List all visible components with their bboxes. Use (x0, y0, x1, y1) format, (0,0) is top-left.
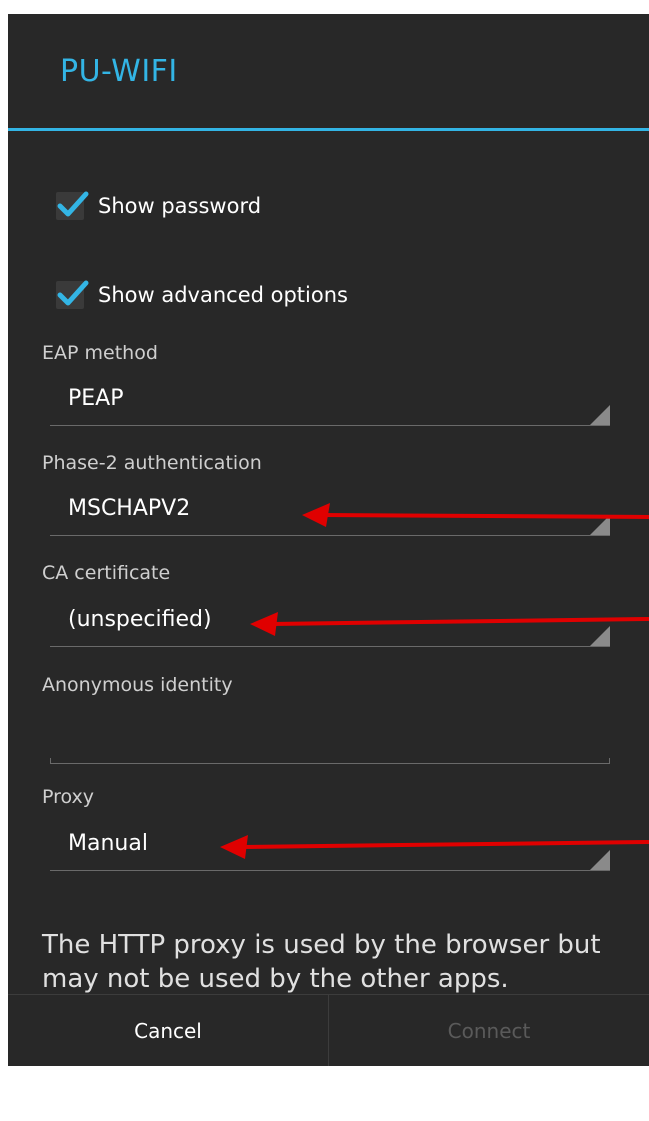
title-divider (8, 128, 649, 131)
dialog-title: PU-WIFI (60, 54, 178, 89)
ca-certificate-value: (unspecified) (68, 607, 212, 632)
proxy-value: Manual (68, 831, 148, 856)
show-advanced-label: Show advanced options (98, 283, 348, 307)
spinner-underline (50, 535, 610, 536)
button-bar: Cancel Connect (8, 994, 649, 1066)
show-password-row[interactable]: Show password (56, 184, 261, 228)
show-advanced-row[interactable]: Show advanced options (56, 273, 348, 317)
ca-certificate-label: CA certificate (42, 562, 171, 584)
dropdown-corner-icon (590, 405, 610, 425)
dropdown-corner-icon (590, 626, 610, 646)
show-password-label: Show password (98, 194, 262, 218)
eap-method-label: EAP method (42, 342, 158, 364)
checkmark-icon (57, 191, 89, 217)
dropdown-corner-icon (590, 515, 610, 535)
proxy-note: The HTTP proxy is used by the browser bu… (42, 930, 601, 994)
phase2-label: Phase-2 authentication (42, 452, 262, 474)
eap-method-value: PEAP (68, 386, 124, 411)
phase2-spinner[interactable]: MSCHAPV2 (50, 492, 610, 536)
cropped-caption-strip (0, 0, 649, 14)
eap-method-spinner[interactable]: PEAP (50, 382, 610, 426)
show-advanced-checkbox[interactable] (56, 280, 89, 309)
ca-certificate-spinner[interactable]: (unspecified) (50, 603, 610, 647)
connect-button[interactable]: Connect (329, 995, 649, 1066)
spinner-underline (50, 870, 610, 871)
spinner-underline (50, 646, 610, 647)
proxy-label: Proxy (42, 786, 95, 808)
dropdown-corner-icon (590, 850, 610, 870)
checkmark-icon (57, 280, 89, 306)
phase2-value: MSCHAPV2 (68, 496, 191, 521)
spinner-underline (50, 425, 610, 426)
anonymous-identity-input[interactable] (50, 724, 610, 764)
wifi-dialog: PU-WIFI Show password Show advanced opti… (8, 14, 649, 1066)
show-password-checkbox[interactable] (56, 191, 89, 220)
cancel-button[interactable]: Cancel (8, 995, 329, 1066)
anonymous-identity-label: Anonymous identity (42, 674, 233, 696)
proxy-spinner[interactable]: Manual (50, 827, 610, 871)
